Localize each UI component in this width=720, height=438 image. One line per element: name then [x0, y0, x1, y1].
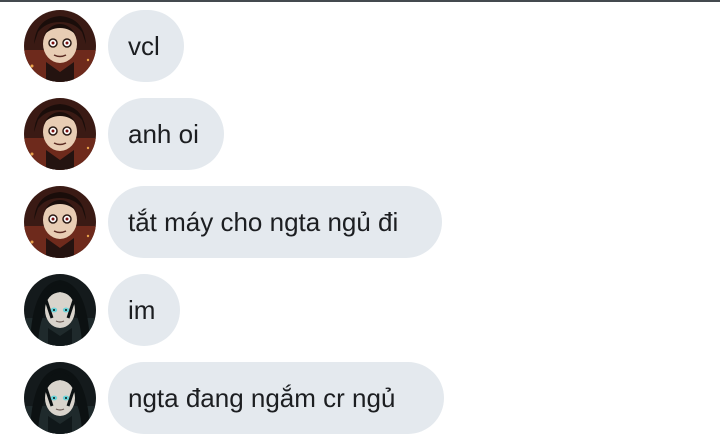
message-bubble[interactable]: im [108, 274, 180, 346]
avatar[interactable] [24, 274, 96, 346]
message-row: tắt máy cho ngta ngủ đi [24, 186, 442, 258]
message-list: vcl anh oi tắt máy cho ngta ngủ đi im ng… [0, 0, 720, 438]
message-row: anh oi [24, 98, 224, 170]
avatar[interactable] [24, 98, 96, 170]
message-text: tắt máy cho ngta ngủ đi [128, 206, 399, 237]
message-text: vcl [128, 30, 160, 61]
avatar[interactable] [24, 186, 96, 258]
avatar[interactable] [24, 10, 96, 82]
message-row: im [24, 274, 180, 346]
message-row: vcl [24, 10, 184, 82]
message-row: ngta đang ngắm cr ngủ [24, 362, 444, 434]
message-text: ngta đang ngắm cr ngủ [128, 382, 396, 413]
message-bubble[interactable]: ngta đang ngắm cr ngủ [108, 362, 444, 434]
message-text: im [128, 294, 156, 325]
avatar[interactable] [24, 362, 96, 434]
message-bubble[interactable]: vcl [108, 10, 184, 82]
message-bubble[interactable]: tắt máy cho ngta ngủ đi [108, 186, 442, 258]
message-bubble[interactable]: anh oi [108, 98, 224, 170]
message-text: anh oi [128, 118, 199, 149]
